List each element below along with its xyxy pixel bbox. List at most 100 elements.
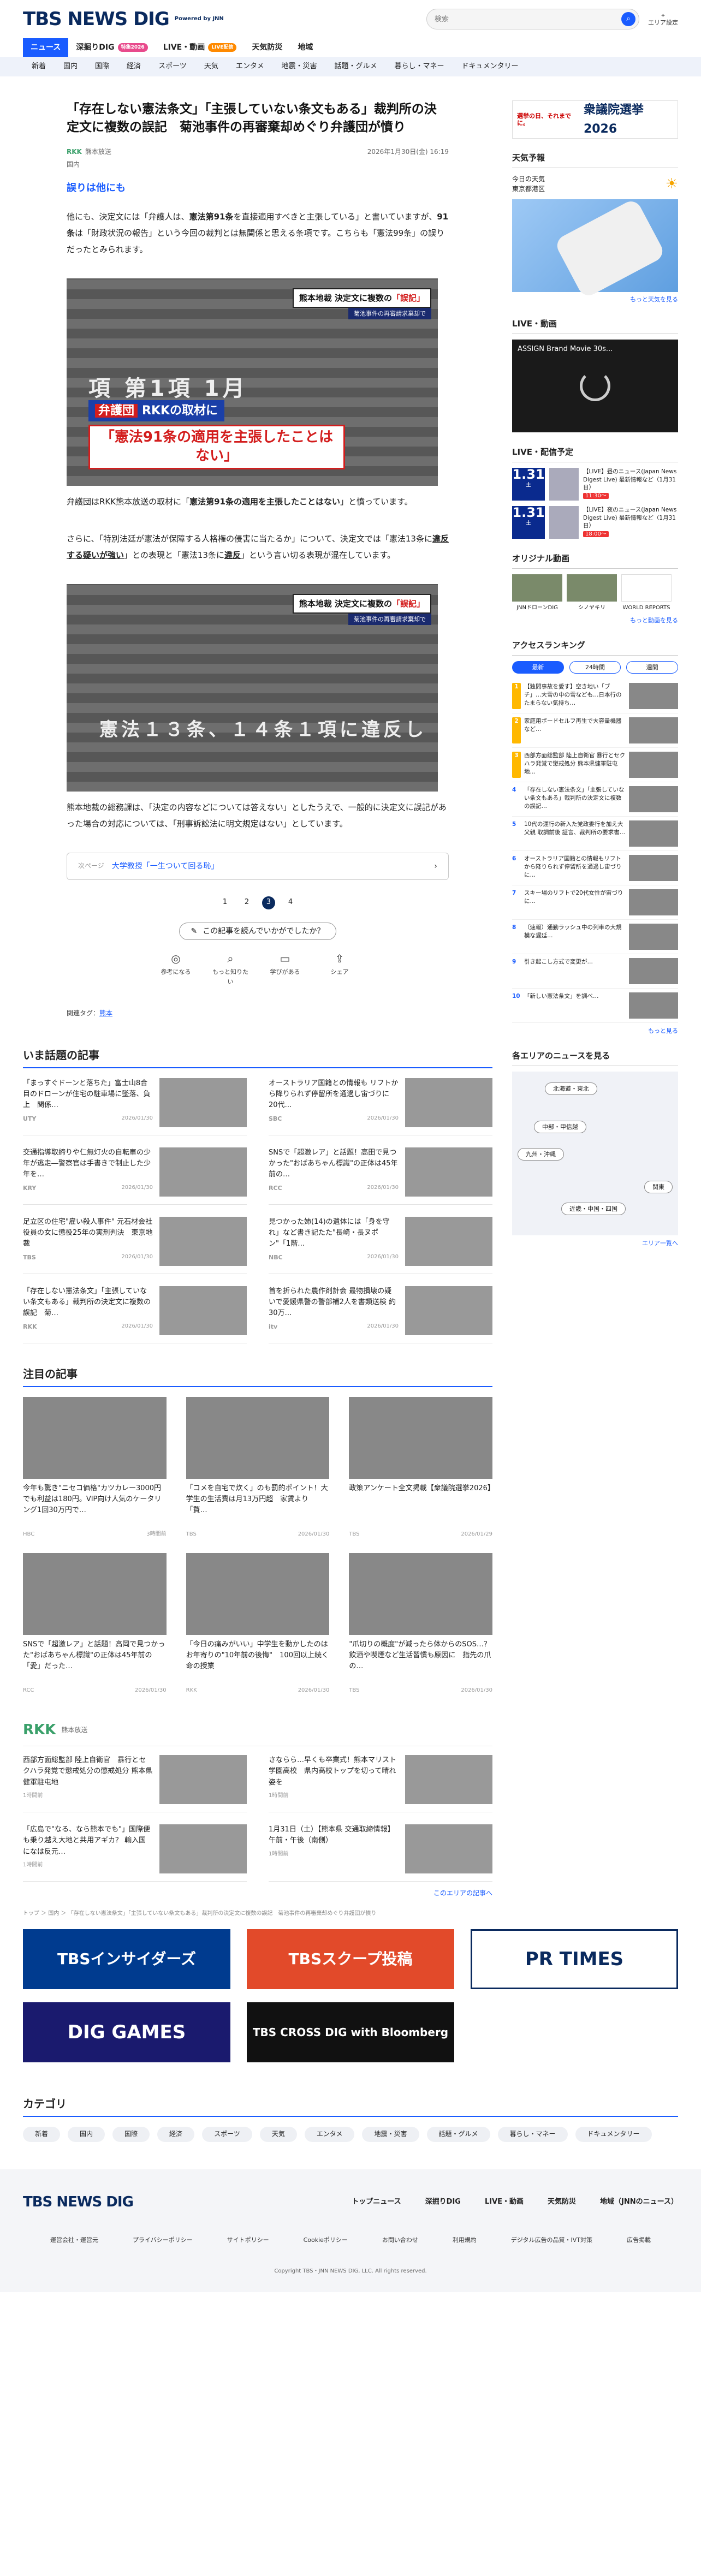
ranking-tab[interactable]: 24時間 — [569, 661, 621, 674]
featured-card[interactable]: 「コメを自宅で炊く」のも罰的ポイント！大学生の生活費は月13万円超 家賃より「贅… — [186, 1396, 330, 1539]
weather-more-link[interactable]: もっと天気を見る — [512, 295, 678, 305]
category-chip[interactable]: 天気 — [259, 2127, 297, 2142]
next-page-link[interactable]: 次ページ 大学教授「一生ついて回る恥」 › — [67, 852, 449, 880]
area-button[interactable]: 関東 — [644, 1180, 673, 1194]
trending-card[interactable]: 見つかった姉(14)の遺体には「身を守れ」など書き記たた"長崎・長ヌポン"「1階… — [269, 1216, 492, 1274]
tab-live[interactable]: LIVE・動画 LIVE配信 — [156, 38, 245, 57]
footer-sublink[interactable]: お問い合わせ — [382, 2235, 418, 2245]
area-setting-button[interactable]: ⌖ エリア設定 — [648, 12, 678, 26]
reaction-more-button[interactable]: ⌕ もっと知りたい — [211, 950, 249, 986]
featured-card[interactable]: 「今日の痛みがいい」中学生を動かしたのはお年寄りの"10年前の後悔" 100回以… — [186, 1552, 330, 1695]
source-logo[interactable]: RKK — [67, 148, 82, 156]
footer-link[interactable]: LIVE・動画 — [485, 2197, 524, 2208]
area-button[interactable]: 近畿・中国・四国 — [561, 1202, 626, 1216]
trending-card[interactable]: SNSで「超激レア」と話題！高田で見つかった"おばあちゃん標識"の正体は45年前… — [269, 1147, 492, 1205]
subnav-item[interactable]: 天気 — [195, 61, 227, 73]
ranking-tab[interactable]: 最新 — [512, 661, 564, 674]
featured-card[interactable]: 政策アンケート全文掲載【衆議院選挙2026】 TBS 2026/01/29 — [349, 1396, 492, 1539]
trending-card[interactable]: 「まっすぐドーンと落ちた」富士山8合目のドローンが住宅の駐車場に墜落、負上 関係… — [23, 1078, 247, 1135]
footer-sublink[interactable]: プライバシーポリシー — [133, 2235, 193, 2245]
ranking-item[interactable]: 4 「存在しない憲法条文」「主張していない条文もある」裁判所の決定文に複数の誤記… — [512, 782, 678, 817]
footer-sublink[interactable]: 広告掲載 — [627, 2235, 651, 2245]
category-chip[interactable]: 国際 — [112, 2127, 150, 2142]
rkk-card[interactable]: 1月31日（土）【熊本県 交通取締情報】午前・午後（南側） 1時間前 — [269, 1824, 492, 1882]
category-chip[interactable]: 暮らし・マネー — [497, 2127, 568, 2142]
footer-sublink[interactable]: サイトポリシー — [227, 2235, 269, 2245]
subnav-item[interactable]: スポーツ — [150, 61, 195, 73]
category-chip[interactable]: ドキュメンタリー — [575, 2127, 652, 2142]
rkk-logo[interactable]: RKK — [23, 1719, 56, 1742]
area-button[interactable]: 中部・甲信越 — [534, 1120, 586, 1134]
ranking-more-link[interactable]: もっと見る — [512, 1026, 678, 1036]
weather-map[interactable] — [512, 197, 678, 299]
featured-card[interactable]: "爪切りの概度"が減ったら体からのSOS…？ 飲酒や喫煙など生活習慣も原因に 指… — [349, 1552, 492, 1695]
category-chip[interactable]: 地震・災害 — [362, 2127, 419, 2142]
election-banner[interactable]: 選挙の日、それまでに。 衆議院選挙2026 — [512, 100, 678, 139]
page-link[interactable]: 4 — [284, 896, 297, 909]
page-link[interactable]: 1 — [218, 896, 231, 909]
category-chip[interactable]: 経済 — [157, 2127, 195, 2142]
trending-card[interactable]: オーストラリア国籍との情報も リフトから降りられず停留所を通過し宙づりに 20代… — [269, 1078, 492, 1135]
featured-card[interactable]: 今年も驚き"ニセコ価格"カツカレー3000円でも利益は180円。VIP向け人気の… — [23, 1396, 167, 1539]
reaction-useful-button[interactable]: ◎ 参考になる — [157, 950, 195, 986]
page-link[interactable]: 2 — [240, 896, 253, 909]
program-item[interactable]: 1.31 土 【LIVE】昼のニュース(Japan News Digest Liv… — [512, 468, 678, 501]
site-logo[interactable]: TBS NEWS DIG Powered by JNN — [23, 4, 224, 34]
footer-link[interactable]: 天気防災 — [548, 2197, 576, 2208]
share-button[interactable]: ⇪ シェア — [320, 950, 359, 986]
banner-cross-dig[interactable]: TBS CROSS DIG with Bloomberg — [247, 2002, 454, 2063]
rkk-card[interactable]: 「広島で"なる、なら熊本でも"」国際便も乗り越え大地と共用アギカ？ 輸入国になは… — [23, 1824, 247, 1882]
trending-card[interactable]: 交通指導取締りや仁無灯火の自転車の少年が逃走―警察官は手書きで制止した少年を… K… — [23, 1147, 247, 1205]
search-icon[interactable]: ⌕ — [621, 12, 635, 26]
banner-insiders[interactable]: TBSインサイダーズ — [23, 1929, 230, 1990]
category-chip[interactable]: 国内 — [68, 2127, 105, 2142]
subnav-item[interactable]: 国際 — [86, 61, 118, 73]
footer-sublink[interactable]: デジタル広告の品質・IVT対策 — [511, 2235, 592, 2245]
page-link-current[interactable]: 3 — [262, 896, 275, 909]
rkk-card[interactable]: さならら…早くも卒業式！熊本マリスト学園高校 県内高校トップを切って晴れ姿を 1時… — [269, 1755, 492, 1813]
weather-area[interactable]: 東京都港区 — [512, 184, 545, 194]
area-list-link[interactable]: エリア一覧へ — [512, 1239, 678, 1248]
category-chip[interactable]: 話題・グルメ — [426, 2127, 490, 2142]
ranking-item[interactable]: 1 【独問事故を愛す】空き地い「ブチ」…大雪の中の雪なども…日本行のたまらない気持… — [512, 679, 678, 714]
category-chip[interactable]: エンタメ — [304, 2127, 355, 2142]
tab-weather[interactable]: 天気防災 — [244, 38, 290, 57]
article-category[interactable]: 国内 — [67, 159, 449, 170]
category-chip[interactable]: 新着 — [23, 2127, 61, 2142]
ranking-item[interactable]: 7 スキー場のリフトで20代女性が宙づりに… — [512, 885, 678, 920]
tab-region[interactable]: 地域 — [290, 38, 320, 57]
subnav-item[interactable]: 話題・グルメ — [325, 61, 385, 73]
search-input[interactable] — [435, 15, 621, 23]
banner-prtimes[interactable]: PR TIMES — [471, 1929, 678, 1990]
banner-scoop[interactable]: TBSスクープ投稿 — [247, 1929, 454, 1990]
subnav-item[interactable]: エンタメ — [227, 61, 273, 73]
trending-card[interactable]: 足立区の住宅"雇い殺人事件" 元石材会社役員の女に懲役25年の実刑判決 東京地裁… — [23, 1216, 247, 1274]
banner-dig-games[interactable]: DIG GAMES — [23, 2002, 230, 2063]
footer-link[interactable]: 地域（JNNのニュース） — [600, 2197, 678, 2208]
footer-sublink[interactable]: 運営会社・運営元 — [50, 2235, 98, 2245]
original-video-item[interactable]: JNNドローンDIG — [512, 574, 562, 612]
footer-link[interactable]: トップニュース — [352, 2197, 401, 2208]
area-button[interactable]: 九州・沖縄 — [518, 1147, 564, 1161]
rkk-card[interactable]: 西部方面総監部 陸上自衛官 暴行とセクハラ発覚で懲戒処分の懲戒処分 熊本県健軍駐… — [23, 1755, 247, 1813]
video-player[interactable]: ASSIGN Brand Movie 30s... — [512, 340, 678, 432]
tab-dig[interactable]: 深掘りDIG 特集2026 — [68, 38, 155, 57]
subnav-item[interactable]: 新着 — [23, 61, 55, 73]
footer-sublink[interactable]: Cookieポリシー — [304, 2235, 348, 2245]
area-more-link[interactable]: このエリアの記事へ — [23, 1888, 492, 1899]
reaction-learn-button[interactable]: ▭ 学びがある — [266, 950, 304, 986]
footer-sublink[interactable]: 利用規約 — [453, 2235, 477, 2245]
subnav-item[interactable]: ドキュメンタリー — [453, 61, 527, 73]
subnav-item[interactable]: 暮らし・マネー — [385, 61, 453, 73]
ranking-item[interactable]: 6 オーストラリア国籍との情報もリフトから降りられず停留所を通過し宙づりに… — [512, 851, 678, 886]
tag-link[interactable]: 熊本 — [99, 1009, 112, 1017]
ranking-item[interactable]: 9 引き起こし方式で変更が… — [512, 954, 678, 989]
subnav-item[interactable]: 経済 — [118, 61, 150, 73]
video-more-link[interactable]: もっと動画を見る — [512, 616, 678, 626]
ranking-item[interactable]: 8 （速報）通勤ラッシュ中の列車の大規模な遅延… — [512, 920, 678, 955]
original-video-item[interactable]: シノヤキリ — [567, 574, 617, 612]
original-video-item[interactable]: WORLD REPORTS — [621, 574, 672, 612]
subnav-item[interactable]: 国内 — [55, 61, 86, 73]
featured-card[interactable]: SNSで「超激レア」と話題！高岡で見つかった"おばあちゃん標識"の正体は45年前… — [23, 1552, 167, 1695]
tab-news[interactable]: ニュース — [23, 38, 69, 57]
